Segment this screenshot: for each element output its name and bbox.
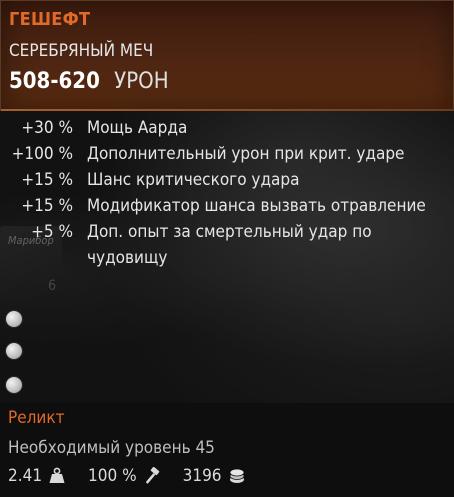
stats-list: +30 % Мощь Аарда +100 % Дополнительный у… [0, 115, 454, 271]
stat-value: +15 % [21, 170, 73, 190]
item-tooltip: ГЕШЕФТ СЕРЕБРЯНЫЙ МЕЧ 508-620 УРОН Мариб… [0, 0, 454, 497]
stat-row: +5 % Доп. опыт за смертельный удар по чу… [0, 219, 454, 271]
damage-line: 508-620 УРОН [9, 69, 169, 94]
stat-row: +15 % Шанс критического удара [0, 167, 454, 193]
stat-text: Дополнительный урон при крит. ударе [87, 144, 405, 164]
item-type: СЕРЕБРЯНЫЙ МЕЧ [9, 41, 154, 61]
empty-socket-icon[interactable] [6, 377, 22, 393]
stat-row: +100 % Дополнительный урон при крит. уда… [0, 141, 454, 167]
stat-text: Доп. опыт за смертельный удар по чудовищ… [87, 222, 372, 268]
item-header: ГЕШЕФТ СЕРЕБРЯНЫЙ МЕЧ 508-620 УРОН [0, 0, 454, 112]
damage-label: УРОН [114, 69, 169, 94]
price-value: 3196 [182, 466, 222, 486]
stat-value: +5 % [31, 222, 73, 242]
stat-row: +15 % Модификатор шанса вызвать отравлен… [0, 193, 454, 219]
weight-icon [49, 467, 65, 483]
item-name: ГЕШЕФТ [9, 9, 91, 30]
level-requirement: Необходимый уровень 45 [8, 438, 215, 458]
empty-socket-icon[interactable] [6, 343, 22, 359]
hammer-icon [145, 467, 159, 484]
weight-value: 2.41 [8, 466, 43, 486]
item-footer-panel: Реликт Необходимый уровень 45 2.41 100 %… [0, 403, 454, 497]
socket-slots [6, 311, 22, 409]
item-footer: 2.41 100 % 3196 [8, 466, 268, 486]
weight-group: 2.41 [8, 466, 66, 486]
damage-value: 508-620 [9, 69, 100, 94]
empty-socket-icon[interactable] [6, 311, 22, 327]
coins-icon [229, 468, 244, 483]
stat-text: Модификатор шанса вызвать отравление [87, 196, 426, 216]
stat-value: +15 % [21, 196, 73, 216]
stat-text: Мощь Аарда [87, 118, 188, 138]
stat-value: +30 % [21, 118, 73, 138]
durability-group: 100 % [88, 466, 161, 486]
item-rarity: Реликт [8, 408, 65, 428]
background-card-number: 6 [48, 278, 57, 294]
stat-row: +30 % Мощь Аарда [0, 115, 454, 141]
stat-text: Шанс критического удара [87, 170, 300, 190]
durability-value: 100 % [88, 466, 137, 486]
price-group: 3196 [183, 466, 246, 486]
stat-value: +100 % [11, 144, 73, 164]
